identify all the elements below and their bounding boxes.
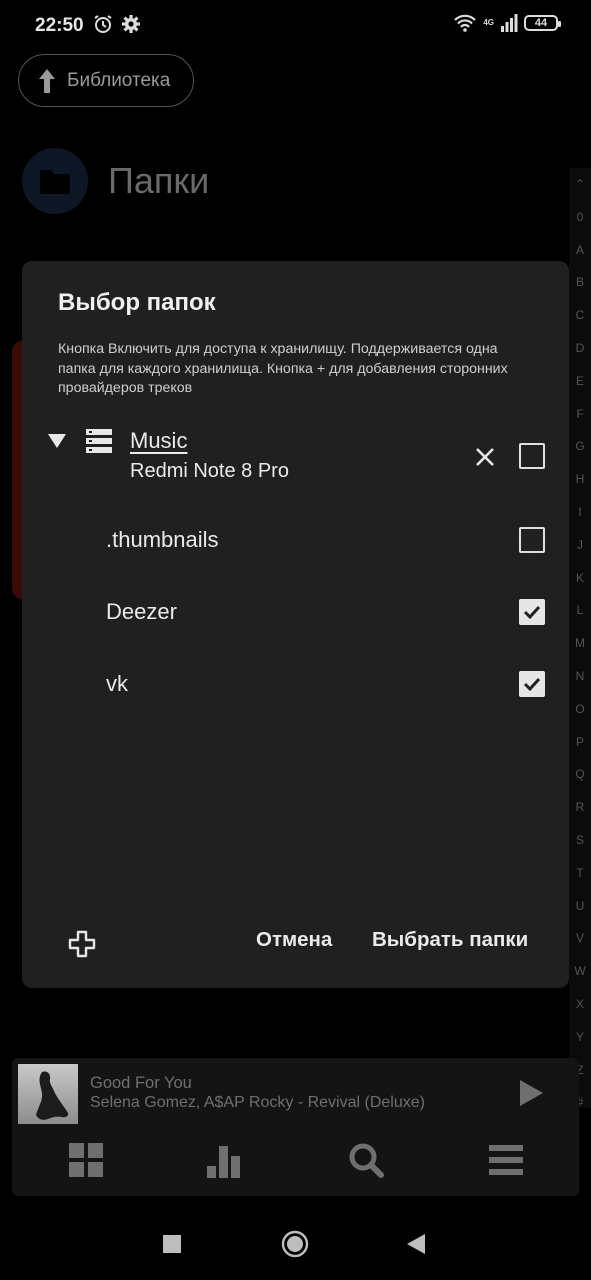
folder-select-dialog: Выбор папок Кнопка Включить для доступа … <box>22 261 569 988</box>
home-circle-icon[interactable] <box>281 1230 309 1258</box>
add-provider-icon[interactable] <box>68 930 96 958</box>
expand-arrow-icon[interactable] <box>48 434 66 448</box>
alpha-index-letter[interactable]: P <box>576 726 584 759</box>
settings-gear-icon <box>122 15 140 33</box>
alpha-index-letter[interactable]: ⌃ <box>575 168 585 201</box>
play-icon[interactable] <box>520 1080 543 1106</box>
battery-indicator: 44 <box>524 15 561 31</box>
album-art-figure <box>36 1071 69 1120</box>
alpha-index-letter[interactable]: B <box>576 266 584 299</box>
folder-icon <box>40 170 70 194</box>
alpha-index-letter[interactable]: K <box>576 562 584 595</box>
root-folder-name[interactable]: Music <box>130 428 187 454</box>
alpha-index-letter[interactable]: N <box>576 660 585 693</box>
root-folder-checkbox[interactable] <box>519 443 545 469</box>
alpha-index-letter[interactable]: Q <box>575 758 584 791</box>
folder-checkbox-thumbnails[interactable] <box>519 527 545 553</box>
cancel-button[interactable]: Отмена <box>256 928 332 952</box>
folder-checkbox-vk[interactable] <box>519 671 545 697</box>
alpha-index-letter[interactable]: X <box>576 988 584 1021</box>
alpha-index-letter[interactable]: M <box>575 627 585 660</box>
alphabet-index[interactable]: ⌃ 0 A B C D E F G H I J K L M N O P Q R … <box>569 168 591 1109</box>
wifi-icon <box>454 14 477 32</box>
alarm-icon <box>94 15 112 33</box>
alpha-index-letter[interactable]: R <box>576 791 585 824</box>
album-cover[interactable] <box>18 1064 78 1124</box>
library-button-label: Библиотека <box>67 69 171 91</box>
alpha-index-letter[interactable]: J <box>577 529 583 562</box>
alpha-index-letter[interactable]: V <box>576 922 584 955</box>
alpha-index-letter[interactable]: F <box>576 398 583 431</box>
folder-name-thumbnails: .thumbnails <box>106 527 219 552</box>
mini-player[interactable]: Good For You Selena Gomez, A$AP Rocky - … <box>12 1058 579 1196</box>
alpha-index-letter[interactable]: A <box>576 234 584 267</box>
folder-name-deezer: Deezer <box>106 599 177 624</box>
status-bar: 22:50 4G 44 <box>0 0 591 52</box>
folder-avatar <box>22 148 88 214</box>
page-title: Папки <box>108 160 210 201</box>
alpha-index-letter[interactable]: U <box>576 890 585 923</box>
alpha-index-letter[interactable]: Y <box>576 1021 584 1054</box>
alpha-index-letter[interactable]: E <box>576 365 584 398</box>
track-title: Good For You <box>90 1074 192 1092</box>
alpha-index-letter[interactable]: 0 <box>577 201 584 234</box>
checkmark-icon <box>523 677 541 692</box>
alpha-index-letter[interactable]: H <box>576 463 585 496</box>
folder-name-vk: vk <box>106 671 128 696</box>
system-navigation-bar <box>0 1212 591 1280</box>
select-folders-button[interactable]: Выбрать папки <box>372 928 528 952</box>
menu-icon[interactable] <box>488 1142 524 1178</box>
signal-icon <box>501 14 518 32</box>
alpha-index-letter[interactable]: D <box>576 332 585 365</box>
root-device-name: Redmi Note 8 Pro <box>130 460 289 482</box>
alpha-index-letter[interactable]: C <box>576 299 585 332</box>
alpha-index-letter[interactable]: O <box>575 693 584 726</box>
page-header: Папки <box>22 148 209 214</box>
dialog-description: Кнопка Включить для доступа к хранилищу.… <box>58 341 508 396</box>
dialog-title: Выбор папок <box>58 289 216 316</box>
recents-square-icon[interactable] <box>162 1234 182 1254</box>
alpha-index-letter[interactable]: L <box>577 594 584 627</box>
storage-icon <box>86 429 112 453</box>
alpha-index-letter[interactable]: I <box>578 496 581 529</box>
folder-checkbox-deezer[interactable] <box>519 599 545 625</box>
close-icon[interactable] <box>473 445 497 469</box>
back-triangle-icon[interactable] <box>406 1233 426 1255</box>
alpha-index-letter[interactable]: S <box>576 824 584 857</box>
checkmark-icon <box>523 605 541 620</box>
charts-icon[interactable] <box>206 1142 242 1178</box>
alpha-index-letter[interactable]: T <box>576 857 583 890</box>
track-artist: Selena Gomez, A$AP Rocky - Revival (Delu… <box>90 1094 425 1111</box>
library-back-button[interactable]: Библиотека <box>18 54 194 107</box>
alpha-index-letter[interactable]: W <box>574 955 585 988</box>
grid-icon[interactable] <box>68 1142 104 1178</box>
status-time: 22:50 <box>35 15 84 36</box>
arrow-up-icon <box>39 68 55 93</box>
network-type: 4G <box>483 18 494 27</box>
alpha-index-letter[interactable]: G <box>575 430 584 463</box>
search-icon[interactable] <box>348 1142 384 1178</box>
